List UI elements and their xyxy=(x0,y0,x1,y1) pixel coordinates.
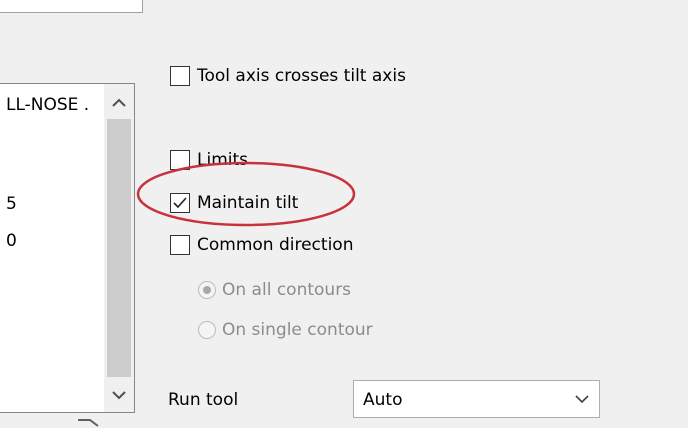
dropdown-value: Auto xyxy=(363,390,403,410)
scroll-thumb[interactable] xyxy=(107,119,131,377)
checkbox-box[interactable] xyxy=(170,193,190,213)
chevron-down-icon xyxy=(112,391,126,400)
splitter-arrow-icon xyxy=(78,419,99,427)
chevron-down-icon xyxy=(575,395,589,404)
checkbox-box[interactable] xyxy=(170,66,190,86)
run-tool-dropdown[interactable]: Auto xyxy=(353,380,600,418)
on-all-contours-radio[interactable]: On all contours xyxy=(198,279,351,301)
checkmark-icon xyxy=(173,197,187,209)
scroll-down-arrow[interactable] xyxy=(104,380,134,410)
list-scrollbar[interactable] xyxy=(104,84,134,412)
run-tool-label: Run tool xyxy=(168,390,239,410)
checkbox-label: Limits xyxy=(197,150,248,170)
top-panel-edge xyxy=(0,0,143,13)
scroll-up-arrow[interactable] xyxy=(104,88,134,118)
radio-label: On single contour xyxy=(222,320,373,340)
tool-list[interactable]: LL-NOSE . 5 0 xyxy=(0,83,135,413)
list-item[interactable]: LL-NOSE . xyxy=(6,94,89,116)
list-item[interactable]: 0 xyxy=(6,230,17,252)
chevron-up-icon xyxy=(112,98,126,107)
checkbox-box[interactable] xyxy=(170,235,190,255)
tool-axis-crosses-checkbox[interactable]: Tool axis crosses tilt axis xyxy=(170,65,406,87)
checkbox-label: Common direction xyxy=(197,235,354,255)
list-item[interactable]: 5 xyxy=(6,193,17,215)
maintain-tilt-checkbox[interactable]: Maintain tilt xyxy=(170,192,298,214)
checkbox-box[interactable] xyxy=(170,150,190,170)
checkbox-label: Maintain tilt xyxy=(197,193,299,213)
on-single-contour-radio[interactable]: On single contour xyxy=(198,319,373,341)
radio-button[interactable] xyxy=(198,281,216,299)
radio-label: On all contours xyxy=(222,280,352,300)
checkbox-label: Tool axis crosses tilt axis xyxy=(197,66,406,86)
limits-checkbox[interactable]: Limits xyxy=(170,149,248,171)
common-direction-checkbox[interactable]: Common direction xyxy=(170,234,353,256)
radio-button[interactable] xyxy=(198,321,216,339)
